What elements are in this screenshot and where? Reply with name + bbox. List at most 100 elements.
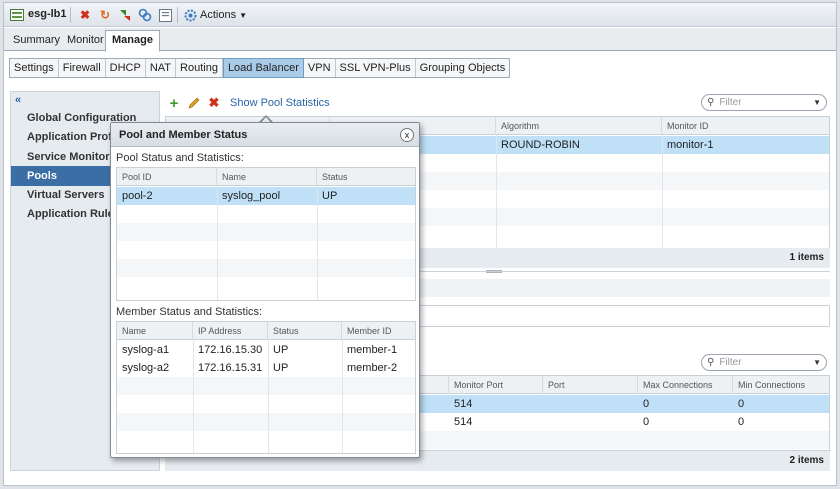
member-status-grid: Name IP Address Status Member ID syslog-… [116,321,416,454]
pool-status-caption: Pool Status and Statistics: [116,152,244,164]
member-status-header: Name IP Address Status Member ID [117,322,415,340]
pool-status-grid: Pool ID Name Status pool-2 syslog_pool U… [116,167,416,301]
show-pool-statistics-link[interactable]: Show Pool Statistics [230,97,330,109]
cell-min-connections: 0 [738,416,745,428]
deploy-icon[interactable] [117,7,133,23]
subtab-firewall[interactable]: Firewall [59,59,106,77]
title-bar: esg-lb1 ✖ ↻ Actions ▼ [4,3,836,27]
subtab-vpn[interactable]: VPN [304,59,336,77]
table-row-empty [117,413,415,431]
col-member-id[interactable]: Member ID [342,322,416,340]
cell-port [543,395,548,413]
tab-summary[interactable]: Summary [7,31,66,51]
chevron-down-icon: ▼ [239,10,247,20]
edit-icon[interactable] [187,96,201,110]
search-icon: ⚲ [707,97,715,108]
cell-port [543,413,548,431]
cell-ip-address: 172.16.15.30 [198,344,263,356]
toolbar-divider [70,7,71,23]
cell-member-name: syslog-a2 [122,362,170,374]
add-icon[interactable]: + [167,95,181,112]
col-algorithm[interactable]: Algorithm [496,117,662,135]
pool-member-status-dialog: Pool and Member Status x Pool Status and… [110,122,420,458]
table-row-empty [117,259,415,277]
subtab-nat[interactable]: NAT [146,59,177,77]
col-ip-address[interactable]: IP Address [193,322,268,340]
cell-pool-id: pool-2 [122,190,153,202]
cell-monitor-port: 514 [454,416,473,428]
cell-monitor-port: 514 [454,398,473,410]
column-divider [268,340,269,453]
member-status-caption: Member Status and Statistics: [116,306,263,318]
column-divider [662,135,663,253]
cell-ip-address: 172.16.15.31 [198,362,263,374]
column-divider [342,340,343,453]
subtab-load-balancer[interactable]: Load Balancer [222,58,304,78]
delete-pool-icon[interactable]: ✖ [207,95,221,110]
details-icon[interactable] [157,7,173,23]
subtab-dhcp[interactable]: DHCP [106,59,146,77]
cell-status: UP [322,190,338,202]
col-member-status[interactable]: Status [268,322,342,340]
col-status[interactable]: Status [317,168,416,186]
cell-member-status: UP [273,362,289,374]
edge-title: esg-lb1 [28,8,67,20]
tab-monitor[interactable]: Monitor [61,31,110,51]
cell-max-connections: 0 [643,398,650,410]
table-row-empty [117,377,415,395]
col-member-name[interactable]: Name [117,322,193,340]
subtab-routing[interactable]: Routing [176,59,223,77]
col-max-connections[interactable]: Max Connections [638,376,733,394]
column-divider [217,186,218,300]
chevron-down-icon: ▼ [813,358,821,367]
members-filter-input[interactable]: ⚲ Filter ▼ [701,354,827,371]
collapse-nav-icon[interactable]: « [15,94,21,106]
delete-icon[interactable]: ✖ [77,7,93,23]
cell-monitor-id: monitor-1 [667,139,714,151]
pools-filter-placeholder: Filter [719,97,742,108]
col-monitor-port[interactable]: Monitor Port [449,376,543,394]
column-divider [317,186,318,300]
subtab-ssl-vpn-plus[interactable]: SSL VPN-Plus [336,59,416,77]
table-row[interactable]: syslog-a1 172.16.15.30 UP member-1 [117,341,415,359]
cell-min-connections: 0 [738,398,745,410]
table-row[interactable]: pool-2 syslog_pool UP [117,187,415,205]
dialog-title: Pool and Member Status [111,123,419,147]
subtab-grouping-objects[interactable]: Grouping Objects [416,59,510,77]
refresh-icon[interactable]: ↻ [97,7,113,23]
column-divider [496,135,497,253]
close-icon[interactable]: x [400,128,414,142]
chevron-down-icon: ▼ [813,98,821,107]
col-monitor-id[interactable]: Monitor ID [662,117,830,135]
tab-manage[interactable]: Manage [105,30,160,52]
toolbar-divider [177,7,178,23]
col-port[interactable]: Port [543,376,638,394]
sync-icon[interactable] [137,7,153,23]
sub-tab-bar: Settings Firewall DHCP NAT Routing Load … [9,58,511,78]
cell-name: syslog_pool [222,190,281,202]
gear-icon [183,8,197,22]
cell-algorithm: ROUND-ROBIN [501,139,580,151]
app-frame: esg-lb1 ✖ ↻ Actions ▼ Summary Monitor Ma… [3,2,837,486]
col-name[interactable]: Name [217,168,317,186]
pool-status-header: Pool ID Name Status [117,168,415,186]
cell-max-connections: 0 [643,416,650,428]
edge-icon [9,7,25,23]
cell-member-id: member-2 [347,362,398,374]
pools-toolbar: + ✖ Show Pool Statistics [167,95,330,112]
col-min-connections[interactable]: Min Connections [733,376,830,394]
subtab-settings[interactable]: Settings [10,59,59,77]
table-row[interactable]: syslog-a2 172.16.15.31 UP member-2 [117,359,415,377]
actions-label: Actions [200,9,237,21]
splitter-handle[interactable] [486,270,502,273]
col-pool-id[interactable]: Pool ID [117,168,217,186]
column-divider [193,340,194,453]
cell-member-name: syslog-a1 [122,344,170,356]
main-tab-bar: Summary Monitor Manage [4,28,836,52]
pools-filter-input[interactable]: ⚲ Filter ▼ [701,94,827,111]
actions-menu[interactable]: Actions ▼ [183,7,247,23]
search-icon: ⚲ [707,357,715,368]
table-row-empty [117,223,415,241]
cell-member-id: member-1 [347,344,398,356]
cell-member-status: UP [273,344,289,356]
